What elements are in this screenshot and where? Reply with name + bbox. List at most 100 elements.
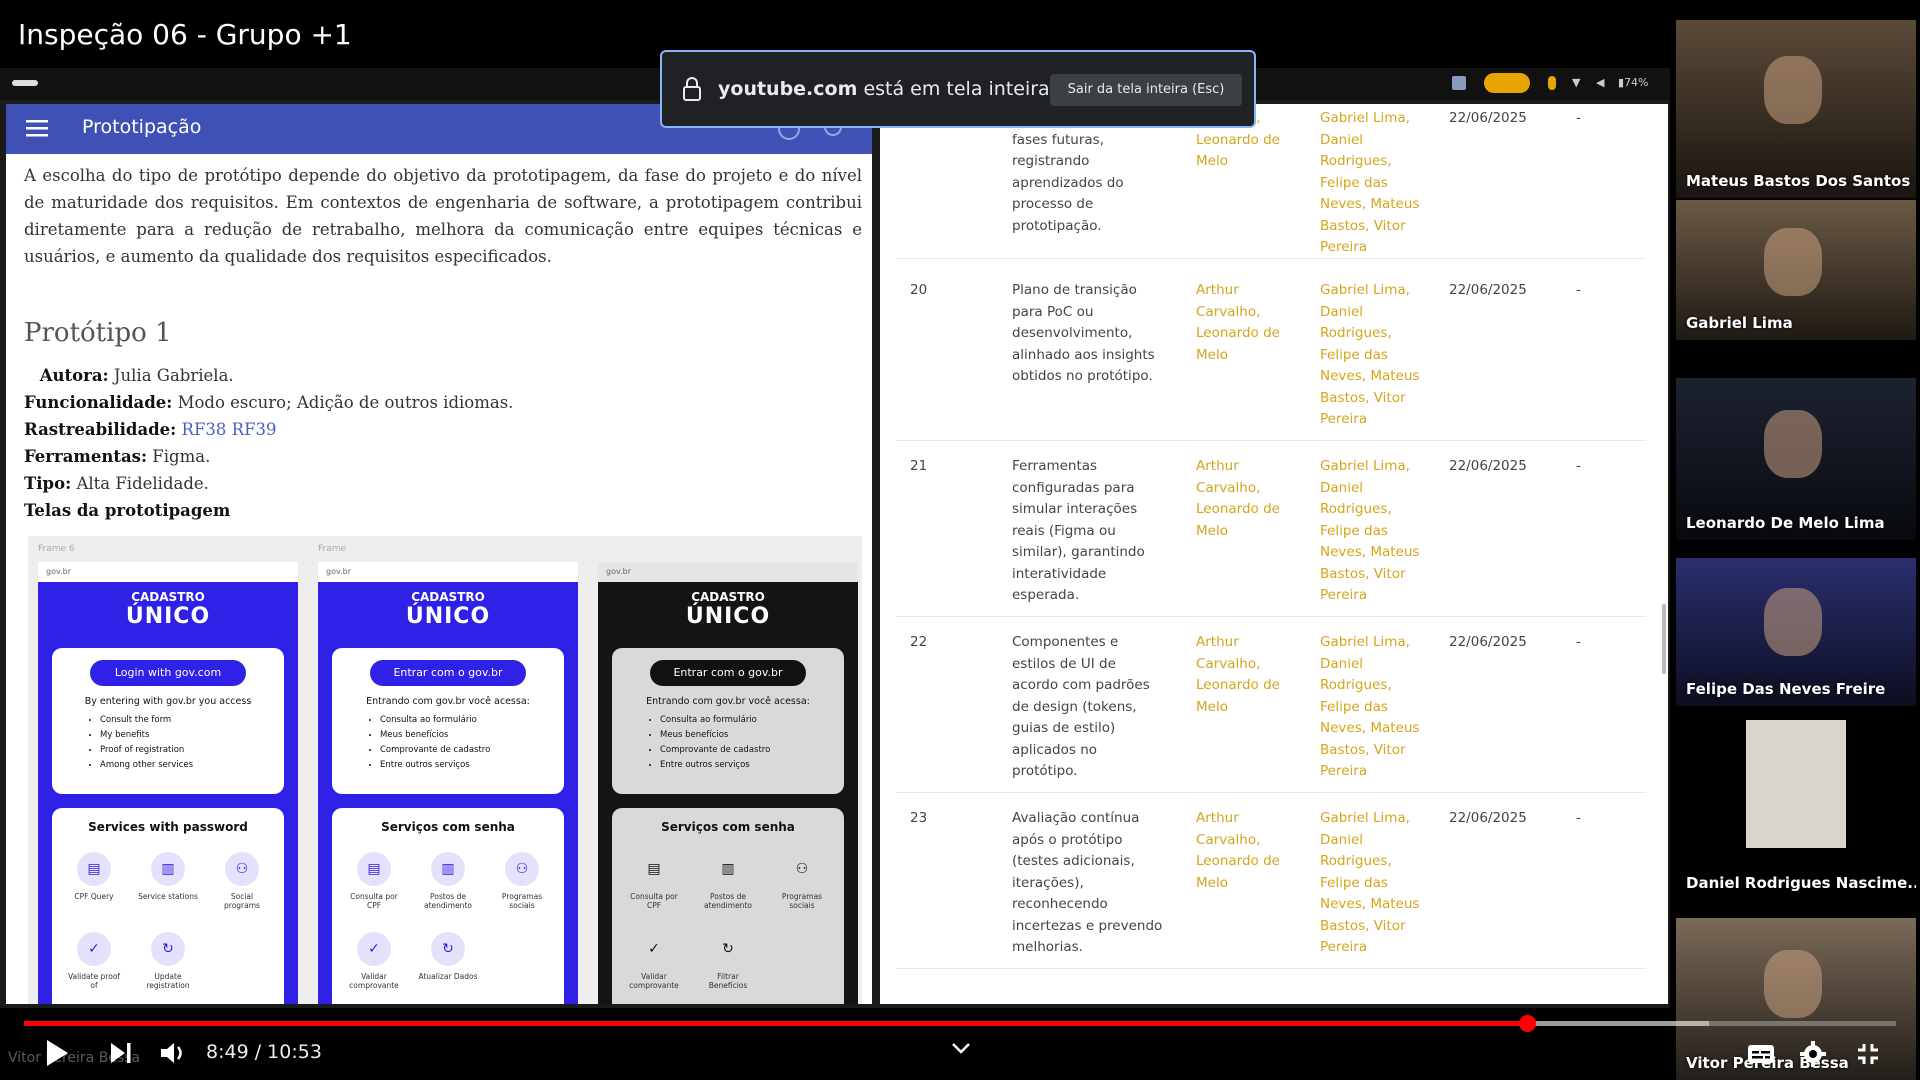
- link-rf39[interactable]: RF39: [232, 420, 277, 439]
- services-title: Serviços com senha: [381, 820, 515, 834]
- service-item[interactable]: ▤ Consulta por CPF: [344, 852, 404, 910]
- service-label: Update registration: [146, 972, 190, 990]
- service-item[interactable]: ▤ CPF Query: [64, 852, 124, 901]
- prototype-frame: gov.br CADASTRO ÚNICO Entrar com o gov.br En…: [598, 562, 858, 1004]
- captions-icon[interactable]: [1747, 1044, 1775, 1068]
- service-item[interactable]: ▥ Postos de atendimento: [698, 852, 758, 910]
- login-card: Entrar com o gov.br Entrando com gov.br v…: [612, 648, 844, 794]
- service-item[interactable]: ⚇ Social programs: [212, 852, 272, 910]
- services-card: Serviços com senha ▤ Consulta por CPF ▥ Post…: [612, 808, 844, 1004]
- participant-tile[interactable]: Felipe Das Neves Freire: [1676, 558, 1916, 706]
- service-label: Consulta por CPF: [350, 892, 398, 910]
- service-item[interactable]: ⚇ Programas sociais: [492, 852, 552, 910]
- description-line: Componentes e: [1012, 634, 1119, 650]
- progress-bar[interactable]: [24, 1015, 1896, 1032]
- progress-thumb[interactable]: [1519, 1015, 1537, 1032]
- service-item[interactable]: ↻ Atualizar Dados: [418, 932, 478, 981]
- settings-icon[interactable]: [1800, 1041, 1826, 1071]
- row-status: -: [1576, 110, 1581, 126]
- author-line: Carvalho,: [1196, 831, 1261, 848]
- benefit-item: Entre outros serviços: [660, 758, 844, 773]
- service-item[interactable]: ▥ Service stations: [138, 852, 198, 901]
- lock-icon: [682, 76, 702, 102]
- link-rf38[interactable]: RF38: [182, 420, 227, 439]
- benefits-list: Consulta ao formulárioMeus benefíciosCom…: [380, 713, 564, 773]
- service-item[interactable]: ⚇ Programas sociais: [772, 852, 832, 910]
- description-line: esperada.: [1012, 587, 1080, 603]
- time-display: 8:49 / 10:53: [206, 1041, 322, 1063]
- volume-icon[interactable]: [158, 1038, 188, 1072]
- author-line: Leonardo de: [1196, 131, 1280, 148]
- author-line: Carvalho,: [1196, 655, 1261, 672]
- exit-fullscreen-button[interactable]: Sair da tela inteira (Esc): [1050, 74, 1242, 106]
- login-button[interactable]: Entrar com o gov.br: [650, 660, 806, 686]
- participant-tile[interactable]: Daniel Rodrigues Nascime...: [1676, 720, 1916, 900]
- reviewer-line: Neves, Mateus: [1320, 368, 1420, 384]
- service-item[interactable]: ▥ Postos de atendimento: [418, 852, 478, 910]
- reviewer-line: Gabriel Lima,: [1320, 110, 1410, 126]
- author-label: Autora:: [39, 366, 109, 385]
- participant-tile[interactable]: Vitor Pereira Bessa: [1676, 918, 1916, 1080]
- row-authors: Arthur Carvalho, Leonardo de Melo: [1196, 808, 1296, 894]
- row-date: 22/06/2025: [1449, 810, 1527, 826]
- login-button[interactable]: Entrar com o gov.br: [370, 660, 526, 686]
- service-icon: ▥: [721, 861, 735, 877]
- reviewer-line: Felipe das: [1320, 174, 1388, 191]
- service-item[interactable]: ↻ Update registration: [138, 932, 198, 990]
- tools-label: Ferramentas:: [24, 447, 148, 466]
- row-status: -: [1576, 282, 1581, 298]
- row-reviewers: Gabriel Lima, Daniel Rodrigues, Felipe das N…: [1320, 632, 1430, 783]
- benefit-item: Comprovante de cadastro: [660, 743, 844, 758]
- chevron-down-icon[interactable]: [950, 1040, 972, 1060]
- row-authors: Arthur Carvalho, Leonardo de Melo: [1196, 456, 1296, 542]
- reviewer-line: Bastos, Vitor: [1320, 917, 1406, 934]
- services-title: Serviços com senha: [661, 820, 795, 834]
- author-line: Melo: [1196, 874, 1228, 891]
- reviewer-line: Bastos, Vitor: [1320, 741, 1406, 758]
- benefit-item: Among other services: [100, 758, 284, 773]
- exit-fullscreen-icon[interactable]: [1856, 1042, 1880, 1070]
- reviewer-line: Rodrigues,: [1320, 677, 1392, 693]
- service-item[interactable]: ✓ Validar comprovante: [624, 932, 684, 990]
- row-reviewers: Gabriel Lima, Daniel Rodrigues, Felipe das N…: [1320, 456, 1430, 607]
- login-card: Entrar com o gov.br Entrando com gov.br v…: [332, 648, 564, 794]
- table-scrollbar[interactable]: [1662, 604, 1666, 674]
- description-line: acordo com padrões: [1012, 677, 1150, 693]
- reviewer-line: Daniel: [1320, 831, 1364, 848]
- row-date: 22/06/2025: [1449, 634, 1527, 650]
- row-date: 22/06/2025: [1449, 282, 1527, 298]
- participant-tile[interactable]: Leonardo De Melo Lima: [1676, 378, 1916, 540]
- service-item[interactable]: ✓ Validar comprovante: [344, 932, 404, 990]
- functionality-value: Modo escuro; Adição de outros idiomas.: [177, 393, 514, 412]
- service-label: Service stations: [138, 892, 198, 901]
- description-line: alinhado aos insights: [1012, 346, 1155, 363]
- service-label: Social programs: [224, 892, 260, 910]
- brand-logo: CADASTRO ÚNICO: [598, 590, 858, 629]
- description-line: interatividade: [1012, 565, 1107, 582]
- description-line: estilos de UI de: [1012, 655, 1116, 672]
- service-label: Validar comprovante: [629, 972, 679, 990]
- participant-tile[interactable]: Gabriel Lima: [1676, 200, 1916, 340]
- service-label: Consulta por CPF: [630, 892, 678, 910]
- row-description: Ferramentas configuradas para simular inte…: [1012, 456, 1172, 607]
- phone-screen: gov.br CADASTRO ÚNICO Entrar com o gov.br En…: [598, 562, 858, 1004]
- traceability-label: Rastreabilidade:: [24, 420, 177, 439]
- login-button[interactable]: Login with gov.com: [90, 660, 246, 686]
- service-item[interactable]: ▤ Consulta por CPF: [624, 852, 684, 910]
- reviewer-line: Bastos, Vitor: [1320, 217, 1406, 234]
- speaker-icon: ◀: [1596, 76, 1605, 89]
- login-caption: Entrando com gov.br você acessa:: [646, 696, 810, 707]
- reviewer-line: Pereira: [1320, 411, 1368, 427]
- prototype-frame: Frame 6 gov.br CADASTRO ÚNICO Login with gov…: [38, 544, 298, 1004]
- service-item[interactable]: ✓ Validate proof of: [64, 932, 124, 990]
- tools-line: Ferramentas: Figma.: [24, 443, 862, 470]
- author-value: Julia Gabriela.: [113, 366, 234, 385]
- type-line: Tipo: Alta Fidelidade.: [24, 470, 862, 497]
- description-line: melhorias.: [1012, 939, 1083, 955]
- service-item[interactable]: ↻ Filtrar Benefícios: [698, 932, 758, 990]
- participant-tile[interactable]: Mateus Bastos Dos Santos: [1676, 20, 1916, 198]
- prototype-heading: Protótipo 1: [24, 318, 172, 348]
- brand-line2: ÚNICO: [405, 604, 491, 629]
- reviewer-line: Pereira: [1320, 763, 1368, 779]
- menu-icon[interactable]: [26, 118, 50, 138]
